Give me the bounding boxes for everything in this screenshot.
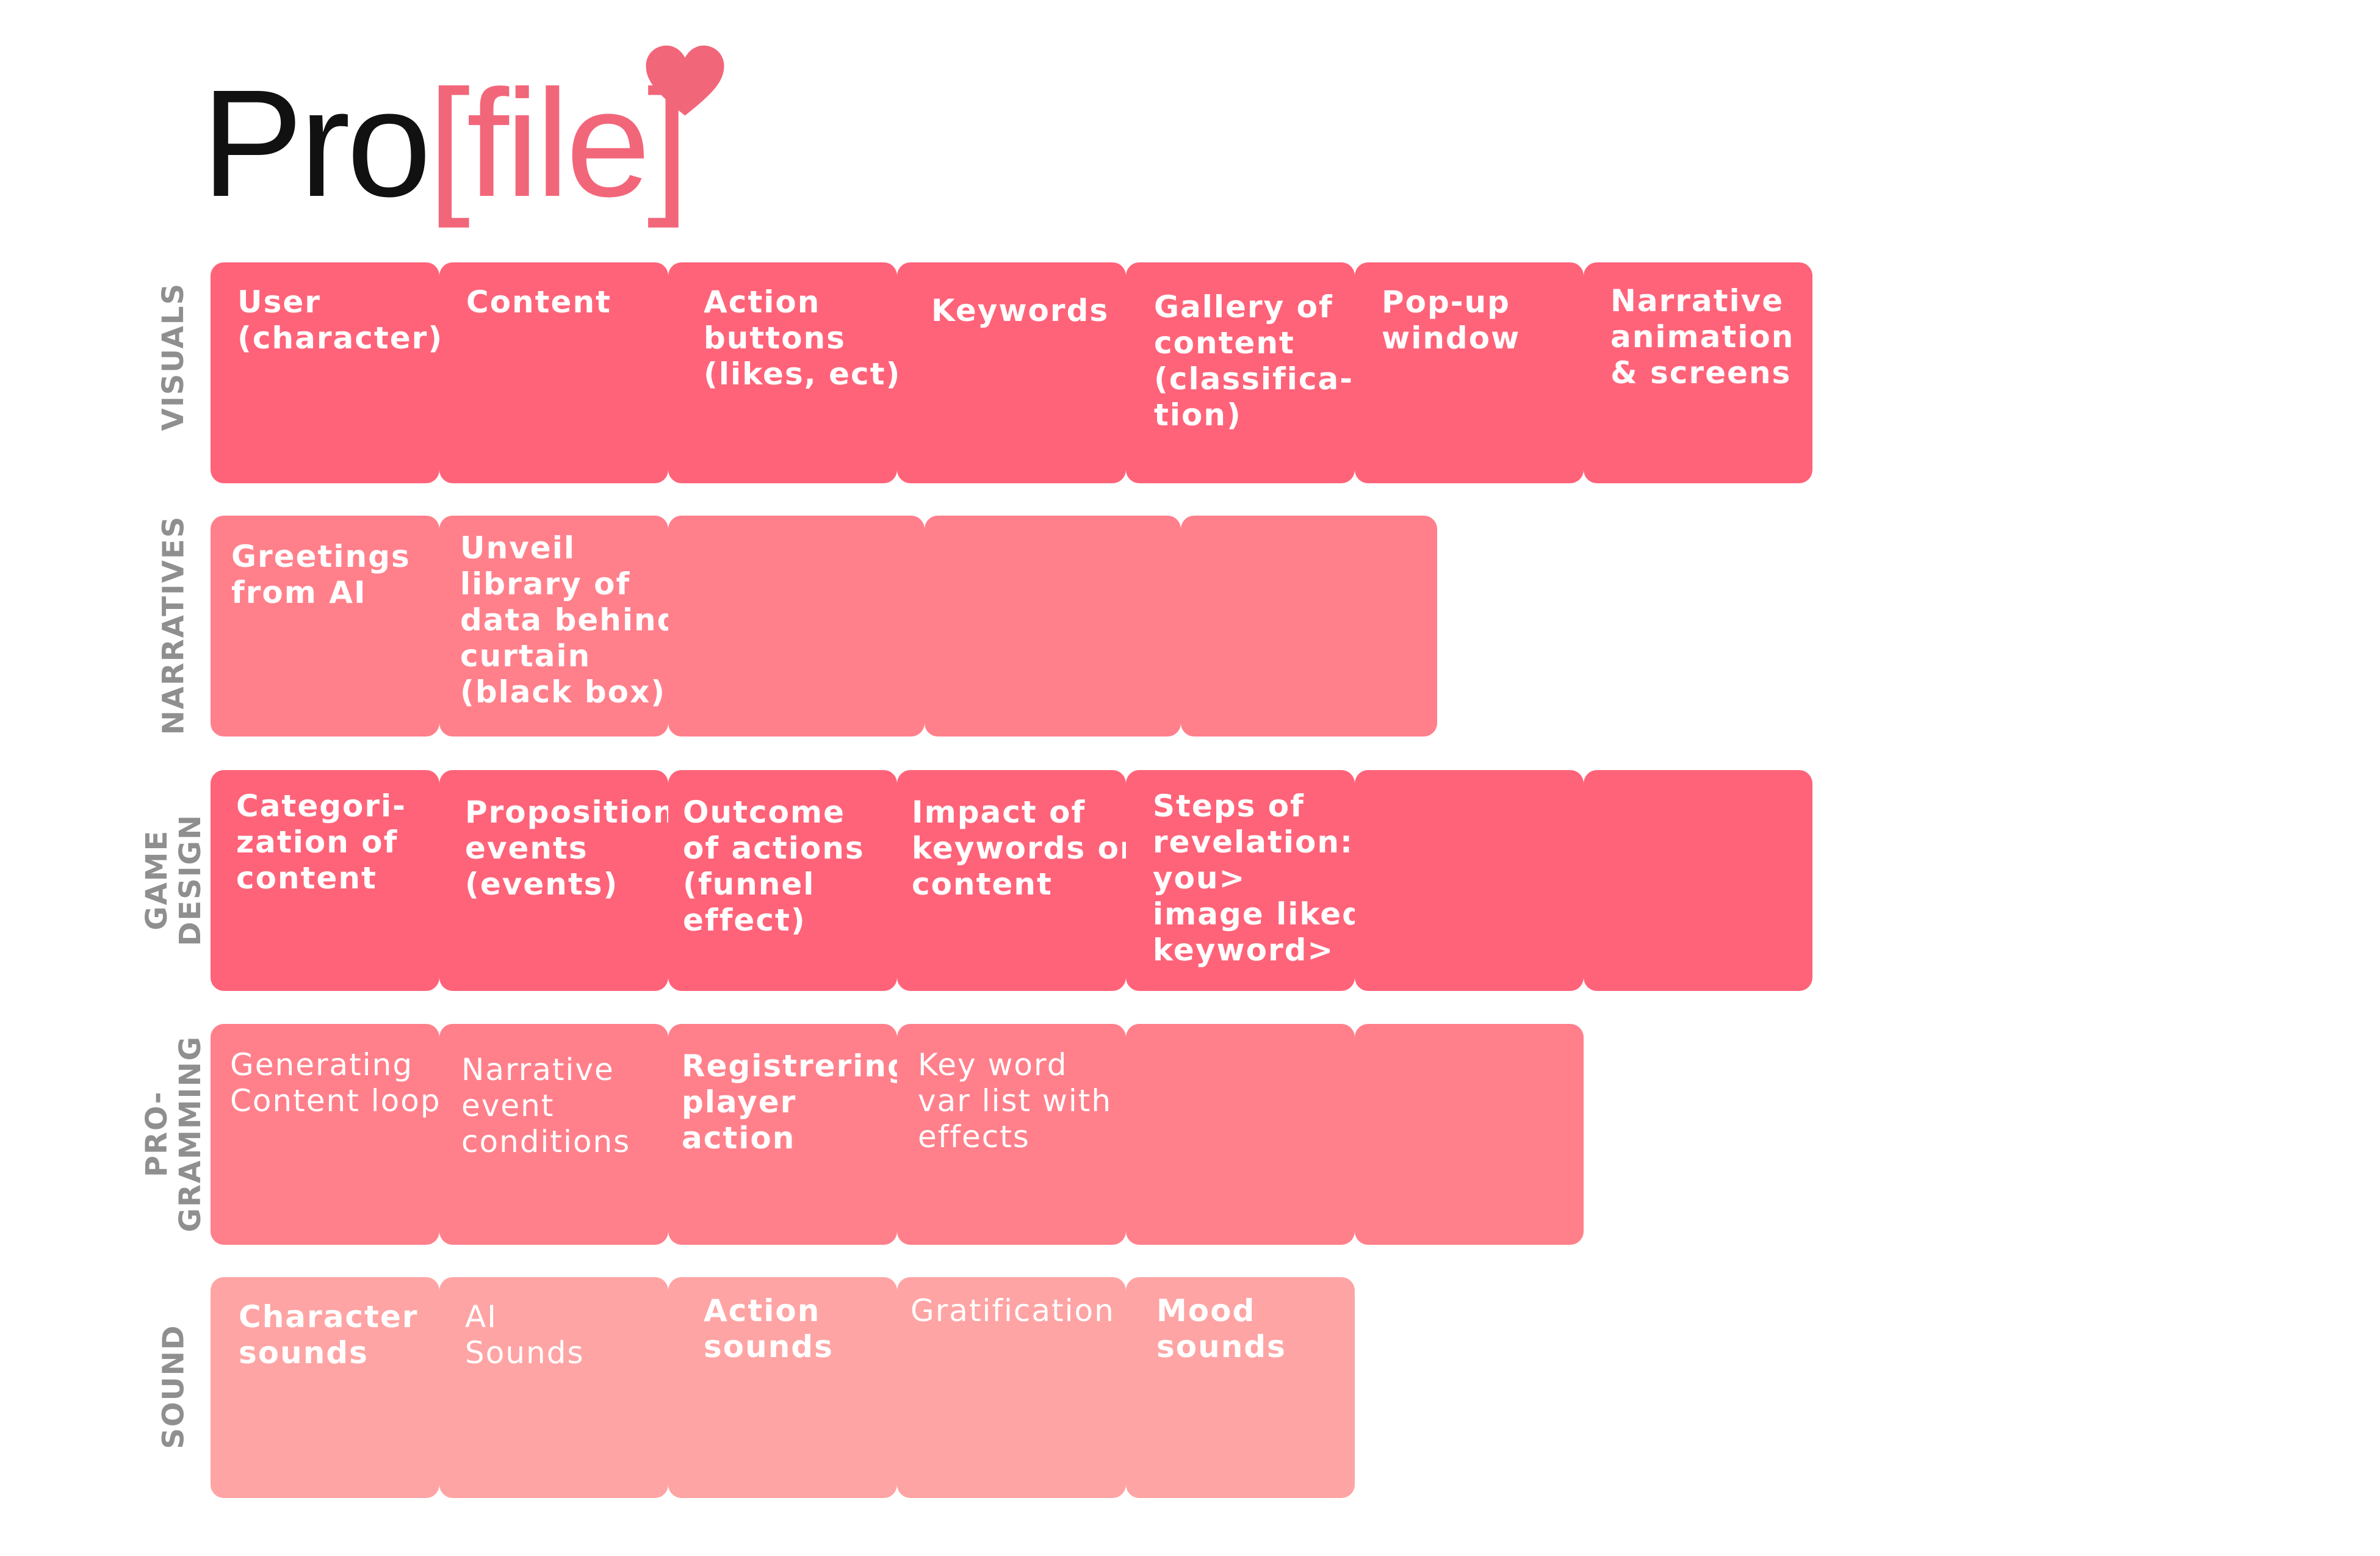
logo-text: Pro[file]	[201, 67, 690, 220]
game-design-cell-steps-of-revelation: Steps of revelation: you> image liked> k…	[1126, 770, 1355, 991]
game-design-cell-empty-1	[1355, 770, 1584, 991]
sound-cell-mood-sounds: Mood sounds	[1126, 1277, 1355, 1498]
sound-cell-gratification: Gratification	[897, 1277, 1126, 1498]
game-design-cell-categorization: Categori- zation of content	[211, 770, 439, 991]
programming-cell-narrative-event-conditions: Narrative event conditions	[439, 1024, 668, 1245]
game-design-cell-proposition-events: Proposition events (events)	[439, 770, 668, 991]
narratives-cell-empty-2	[925, 516, 1181, 737]
visuals-cell-keywords: Keywords	[897, 262, 1126, 483]
visuals-cell-content: Content	[439, 262, 668, 483]
programming-cell-keyword-var-list: Key word var list with effects	[897, 1024, 1126, 1245]
sound-cell-ai-sounds: AI Sounds	[439, 1277, 668, 1498]
narratives-cell-greetings: Greetings from AI	[211, 516, 439, 737]
narratives-cell-empty-1	[668, 516, 925, 737]
logo-open-bracket: [	[428, 58, 471, 228]
sound-cell-character-sounds: Character sounds	[211, 1277, 439, 1498]
visuals-cell-narrative-animation: Narrative animation & screens	[1584, 262, 1812, 483]
visuals-cell-user: User (character)	[211, 262, 439, 483]
game-design-cell-impact-of-keywords: Impact of keywords on content	[897, 770, 1126, 991]
game-design-cell-empty-2	[1584, 770, 1812, 991]
visuals-cell-gallery: Gallery of content (classifica- tion)	[1126, 262, 1355, 483]
programming-cell-generating-content-loop: Generating Content loop	[211, 1024, 439, 1245]
sound-cell-action-sounds: Action sounds	[668, 1277, 897, 1498]
programming-cell-empty-2	[1355, 1024, 1584, 1245]
game-design-cell-outcome-of-actions: Outcome of actions (funnel effect)	[668, 770, 897, 991]
visuals-cell-popup: Pop-up window	[1355, 262, 1584, 483]
narratives-cell-empty-3	[1181, 516, 1437, 737]
narratives-cell-unveil-library: Unveil library of data behind curtain (b…	[439, 516, 668, 737]
programming-cell-empty-1	[1126, 1024, 1355, 1245]
logo-word: file	[466, 58, 651, 228]
heart-icon	[646, 45, 724, 116]
visuals-cell-action-buttons: Action buttons (likes, ect)	[668, 262, 897, 483]
logo-prefix: Pro	[201, 58, 431, 228]
programming-cell-registrering-player-action: Registrering player action	[668, 1024, 897, 1245]
